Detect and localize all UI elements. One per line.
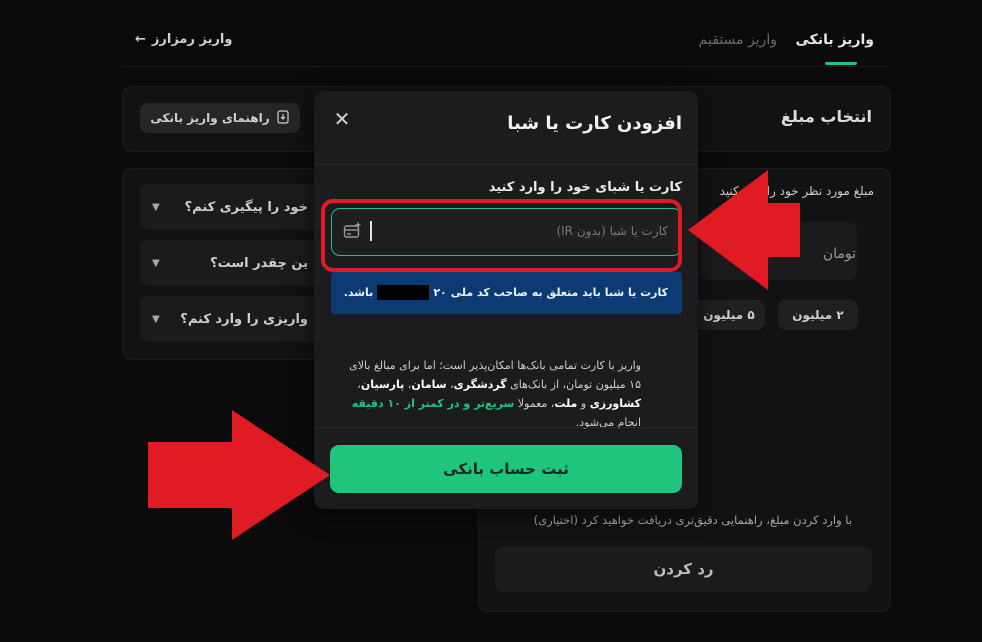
- crypto-deposit-label: واریز رمزارز: [151, 32, 233, 47]
- faq-item[interactable]: ▼ واریزی را وارد کنم؟: [140, 296, 320, 342]
- modal-header-divider: [314, 164, 698, 165]
- tab-bank-deposit[interactable]: واریز بانکی: [796, 32, 874, 48]
- card-field-label: کارت یا شبای خود را وارد کنید: [488, 180, 682, 195]
- guide-button-label: راهنمای واریز بانکی: [150, 111, 270, 125]
- ownership-info-text: کارت یا شبا باید متعلق به صاحب کد ملی ۲۰…: [344, 285, 668, 300]
- download-doc-icon: [276, 109, 290, 127]
- arrow-right-pointer-icon: [148, 410, 330, 540]
- national-code-prefix: ۲۰: [433, 286, 447, 299]
- faq-item-label: ین چقدر است؟: [210, 255, 308, 271]
- close-icon[interactable]: ✕: [331, 107, 353, 131]
- skip-button[interactable]: رد کردن: [495, 546, 872, 592]
- arrow-left-pointer-icon: [688, 170, 800, 290]
- modal-title: افزودن کارت یا شبا: [507, 113, 682, 134]
- desc-text: و: [580, 397, 587, 410]
- desc-text: ، معمولا: [517, 397, 555, 410]
- optional-hint-text: با وارد کردن مبلغ، راهنمایی دقیق‌تری دری…: [533, 513, 852, 527]
- bank-deposit-guide-button[interactable]: راهنمای واریز بانکی: [140, 103, 300, 133]
- bank-name: پارسیان: [360, 378, 405, 391]
- highlight-outline: [321, 199, 682, 272]
- redacted-national-code: [377, 285, 430, 300]
- faq-item[interactable]: ▼ خود را پیگیری کنم؟: [140, 184, 320, 230]
- caret-down-icon: ▼: [152, 201, 160, 213]
- bank-name: گردشگری: [453, 378, 507, 391]
- bank-name: ملت: [554, 397, 578, 410]
- tab-active-indicator: [825, 62, 857, 65]
- arrow-left-icon: ←: [135, 32, 146, 47]
- amount-chip-5m[interactable]: ۵ میلیون: [693, 300, 765, 330]
- info-suffix: باشد.: [343, 286, 374, 299]
- caret-down-icon: ▼: [152, 257, 160, 269]
- faq-item-label: واریزی را وارد کنم؟: [180, 311, 308, 327]
- bank-info-description: واریز با کارت تمامی بانک‌ها امکان‌پذیر ا…: [349, 359, 641, 429]
- highlight-text: سریع‌تر و در کمتر از ۱۰ دقیقه: [351, 397, 515, 410]
- bank-name: کشاورزی: [589, 397, 641, 410]
- bank-name: سامان: [411, 378, 447, 391]
- submit-bank-account-button[interactable]: ثبت حساب بانکی: [330, 445, 682, 493]
- caret-down-icon: ▼: [152, 313, 160, 325]
- faq-item[interactable]: ▼ ین چقدر است؟: [140, 240, 320, 286]
- tab-direct-deposit[interactable]: واریز مستقیم: [699, 32, 777, 48]
- amount-chip-2m[interactable]: ۲ میلیون: [778, 300, 858, 330]
- amount-unit: تومان: [822, 246, 856, 262]
- amount-section-title: انتخاب مبلغ: [780, 107, 872, 126]
- modal-footer-divider: [314, 427, 698, 428]
- crypto-deposit-link[interactable]: ← واریز رمزارز: [135, 32, 232, 47]
- info-prefix: کارت یا شبا باید متعلق به صاحب کد ملی: [450, 286, 668, 299]
- tabs-divider: [122, 66, 890, 67]
- faq-item-label: خود را پیگیری کنم؟: [184, 199, 308, 215]
